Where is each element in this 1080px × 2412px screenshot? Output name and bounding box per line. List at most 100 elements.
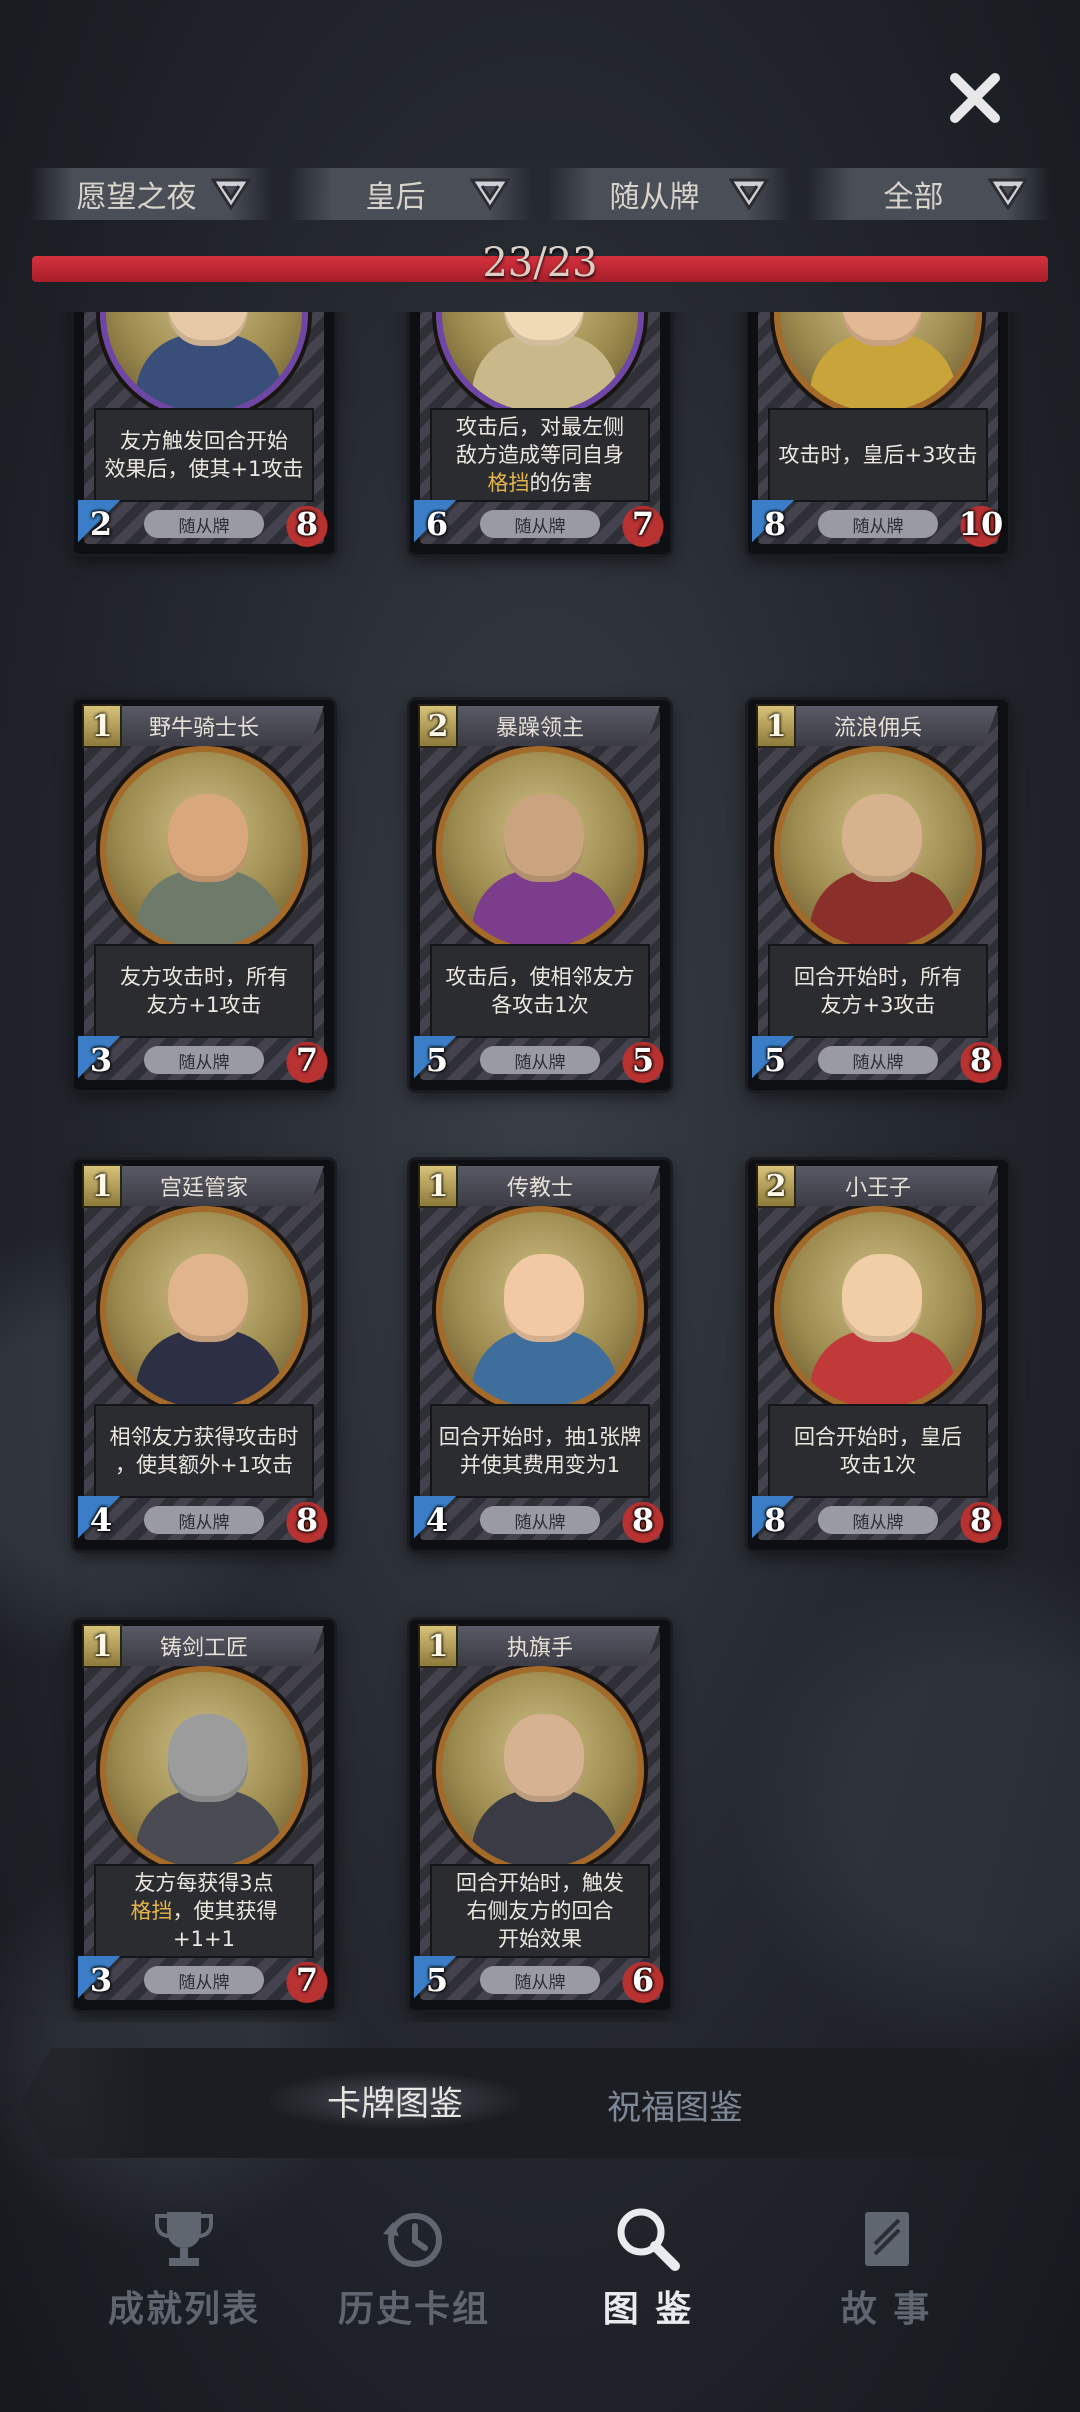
portrait-body (472, 1790, 618, 1868)
history-icon (383, 2213, 442, 2267)
portrait-head (842, 1254, 922, 1342)
card-cost: 1 (82, 704, 122, 748)
nav-story[interactable]: 故 事 (786, 2190, 986, 2350)
description-line: 开始效果 (498, 1925, 582, 1953)
nav-label: 图 鉴 (602, 2288, 694, 2330)
card-cost: 1 (756, 704, 796, 748)
description-line: 友方+1攻击 (147, 991, 262, 1019)
codex-tab-bar (20, 2048, 1060, 2158)
minion-card[interactable]: 宫廷管家 1 相邻友方获得攻击时 ，使其额外+1攻击 4 随从牌 8 (74, 1160, 334, 1550)
card-description: 攻击后，使相邻友方 各攻击1次 (430, 944, 650, 1038)
minion-card[interactable]: 攻击时，皇后+3攻击 8 随从牌 10 (748, 312, 1008, 554)
card-attack: 8 (752, 1496, 798, 1544)
description-text: 并使其费用变为1 (459, 1453, 621, 1477)
close-icon (950, 73, 1000, 123)
portrait-head (504, 794, 584, 882)
description-text: 各攻击1次 (491, 993, 589, 1017)
card-health: 10 (958, 500, 1004, 548)
portrait-body (136, 1790, 282, 1868)
minion-card[interactable]: 传教士 1 回合开始时，抽1张牌 并使其费用变为1 4 随从牌 8 (410, 1160, 670, 1550)
description-line: 攻击后，使相邻友方 (446, 963, 635, 991)
card-description: 回合开始时，所有 友方+3攻击 (768, 944, 988, 1038)
card-health: 8 (958, 1496, 1004, 1544)
minion-card[interactable]: 执旗手 1 回合开始时，触发 右侧友方的回合 开始效果 5 随从牌 6 (410, 1620, 670, 2010)
description-line: 格挡，使其获得+1+1 (102, 1897, 306, 1953)
minion-card[interactable]: 野牛骑士长 1 友方攻击时，所有 友方+1攻击 3 随从牌 7 (74, 700, 334, 1090)
filter-hero[interactable]: 皇后 (289, 168, 532, 220)
minion-card[interactable]: 流浪佣兵 1 回合开始时，所有 友方+3攻击 5 随从牌 8 (748, 700, 1008, 1090)
description-line: 攻击时，皇后+3攻击 (779, 441, 978, 469)
description-text: 敌方造成等同自身 (456, 443, 624, 467)
magnifier-icon (617, 2208, 680, 2271)
filter-card-type[interactable]: 随从牌 (548, 168, 791, 220)
description-text: ，使其获得+1+1 (172, 1899, 278, 1951)
minion-card[interactable]: 小王子 2 回合开始时，皇后 攻击1次 8 随从牌 8 (748, 1160, 1008, 1550)
minion-card[interactable]: 友方触发回合开始 效果后，使其+1攻击 2 随从牌 8 (74, 312, 334, 554)
trophy-icon (155, 2212, 213, 2266)
book-icon (865, 2212, 909, 2266)
card-attack: 8 (752, 500, 798, 548)
filter-label: 皇后 (365, 180, 426, 215)
card-attack: 3 (78, 1956, 124, 2004)
nav-history-decks[interactable]: 历史卡组 (314, 2190, 514, 2350)
card-description: 回合开始时，触发 右侧友方的回合 开始效果 (430, 1864, 650, 1958)
description-line: ，使其额外+1攻击 (115, 1451, 293, 1479)
description-line: 回合开始时，皇后 (794, 1423, 962, 1451)
card-description: 回合开始时，皇后 攻击1次 (768, 1404, 988, 1498)
nav-codex[interactable]: 图 鉴 (548, 2190, 748, 2350)
keyword-block: 格挡 (130, 1899, 173, 1923)
card-attack: 4 (78, 1496, 124, 1544)
description-text: 友方攻击时，所有 (120, 965, 288, 989)
card-attack: 4 (414, 1496, 460, 1544)
description-text: 攻击1次 (839, 1453, 917, 1477)
tab-blessing-codex[interactable]: 祝福图鉴 (560, 2076, 790, 2132)
description-line: 友方每获得3点 (134, 1869, 273, 1897)
card-type-label: 随从牌 (480, 1046, 600, 1074)
card-portrait (436, 1666, 644, 1874)
card-portrait (100, 746, 308, 954)
card-health: 7 (284, 1036, 330, 1084)
description-line: 并使其费用变为1 (460, 1451, 620, 1479)
filter-expansion[interactable]: 愿望之夜 (30, 168, 273, 220)
filter-rarity[interactable]: 全部 (807, 168, 1050, 220)
description-text: 攻击时，皇后+3攻击 (778, 443, 978, 467)
portrait-body (472, 1330, 618, 1408)
card-portrait (774, 1206, 982, 1414)
minion-card[interactable]: 攻击后，对最左侧 敌方造成等同自身 格挡的伤害 6 随从牌 7 (410, 312, 670, 554)
card-portrait (100, 1206, 308, 1414)
portrait-head (842, 794, 922, 882)
chevron-down-icon (211, 178, 251, 210)
card-cost: 2 (418, 704, 458, 748)
portrait-body (472, 870, 618, 948)
description-text: 右侧友方的回合 (466, 1899, 614, 1923)
card-attack: 3 (78, 1036, 124, 1084)
description-text: ，使其额外+1攻击 (115, 1453, 293, 1477)
card-health: 7 (284, 1956, 330, 2004)
tab-card-codex[interactable]: 卡牌图鉴 (270, 2072, 520, 2128)
filter-label: 愿望之夜 (76, 180, 197, 215)
card-type-label: 随从牌 (480, 1966, 600, 1994)
bottom-nav: 成就列表 历史卡组 图 鉴 故 事 (0, 2190, 1080, 2360)
nav-achievements[interactable]: 成就列表 (84, 2190, 284, 2350)
card-description: 回合开始时，抽1张牌 并使其费用变为1 (430, 1404, 650, 1498)
card-description: 友方触发回合开始 效果后，使其+1攻击 (94, 408, 314, 502)
description-text: 友方每获得3点 (134, 1871, 274, 1895)
description-line: 攻击1次 (840, 1451, 916, 1479)
card-health: 5 (620, 1036, 666, 1084)
description-line: 格挡的伤害 (488, 469, 593, 497)
description-line: 回合开始时，抽1张牌 (439, 1423, 641, 1451)
close-button[interactable] (935, 58, 1015, 138)
minion-card[interactable]: 暴躁领主 2 攻击后，使相邻友方 各攻击1次 5 随从牌 5 (410, 700, 670, 1090)
card-attack: 5 (752, 1036, 798, 1084)
description-line: 攻击后，对最左侧 (456, 413, 624, 441)
nav-label: 成就列表 (107, 2288, 260, 2330)
card-description: 友方每获得3点 格挡，使其获得+1+1 (94, 1864, 314, 1958)
card-cost: 1 (82, 1624, 122, 1668)
description-text: 友方+3攻击 (820, 993, 936, 1017)
card-type-label: 随从牌 (818, 1506, 938, 1534)
portrait-head (168, 1254, 248, 1342)
description-text: 的伤害 (529, 471, 593, 495)
description-text: 回合开始时，抽1张牌 (438, 1425, 642, 1449)
minion-card[interactable]: 铸剑工匠 1 友方每获得3点 格挡，使其获得+1+1 3 随从牌 7 (74, 1620, 334, 2010)
card-type-label: 随从牌 (818, 510, 938, 538)
